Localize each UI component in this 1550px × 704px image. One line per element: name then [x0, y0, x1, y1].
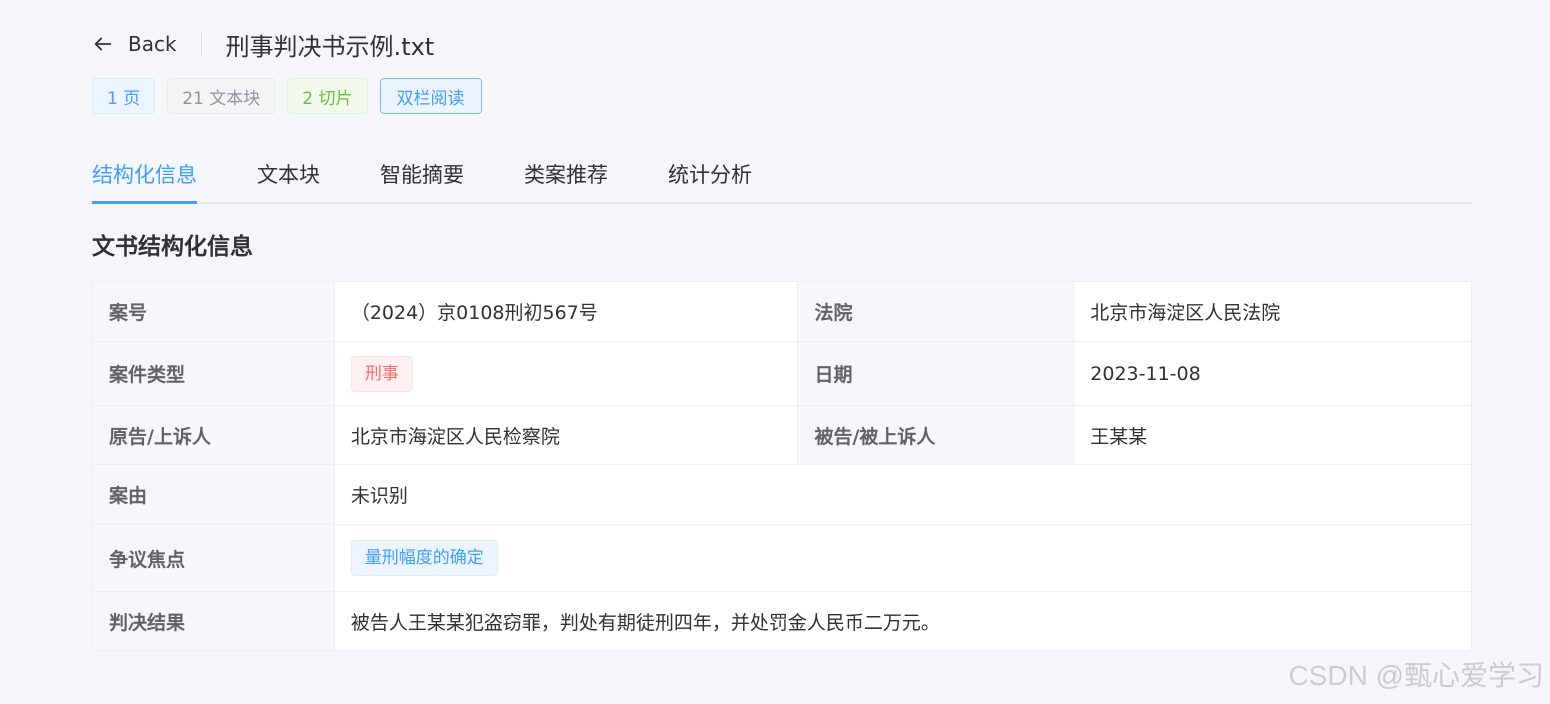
- focus-cell: 量刑幅度的确定: [333, 524, 1473, 592]
- watermark: CSDN @甄心爱学习: [1288, 660, 1544, 691]
- cause-value: 未识别: [333, 464, 1473, 525]
- table-row: 争议焦点 量刑幅度的确定: [92, 524, 1473, 592]
- text-block-count-tag: 21 文本块: [167, 78, 276, 114]
- judgment-value: 被告人王某某犯盗窃罪，判处有期徒刑四年，并处罚金人民币二万元。: [333, 591, 1473, 651]
- defendant-label: 被告/被上诉人: [797, 405, 1075, 465]
- arrow-left-icon: [94, 37, 112, 51]
- focus-label: 争议焦点: [92, 524, 335, 592]
- judgment-label: 判决结果: [92, 591, 335, 651]
- plaintiff-label: 原告/上诉人: [92, 405, 335, 465]
- defendant-value: 王某某: [1073, 405, 1472, 465]
- table-row: 案件类型 刑事 日期 2023-11-08: [92, 341, 1472, 406]
- cause-label: 案由: [92, 464, 335, 525]
- table-row: 判决结果 被告人王某某犯盗窃罪，判处有期徒刑四年，并处罚金人民币二万元。: [92, 591, 1473, 651]
- case-type-label: 案件类型: [92, 341, 335, 406]
- page: Back 刑事判决书示例.txt 1 页 21 文本块 2 切片 双栏阅读 结构…: [0, 0, 1550, 704]
- court-label: 法院: [797, 281, 1075, 342]
- case-type-cell: 刑事: [333, 341, 799, 406]
- court-value: 北京市海淀区人民法院: [1073, 281, 1472, 342]
- case-number-value: （2024）京0108刑初567号: [333, 281, 799, 342]
- tab-similar-cases[interactable]: 类案推荐: [524, 150, 608, 202]
- meta-tags: 1 页 21 文本块 2 切片 双栏阅读: [92, 78, 482, 114]
- back-label: Back: [128, 32, 177, 56]
- plaintiff-value: 北京市海淀区人民检察院: [333, 405, 799, 465]
- two-column-read-button[interactable]: 双栏阅读: [379, 78, 482, 114]
- tab-bar: 结构化信息 文本块 智能摘要 类案推荐 统计分析: [92, 150, 1472, 204]
- case-number-label: 案号: [92, 281, 335, 342]
- tab-text-blocks[interactable]: 文本块: [257, 150, 320, 202]
- section-title: 文书结构化信息: [92, 234, 253, 260]
- date-label: 日期: [797, 341, 1075, 406]
- file-title: 刑事判决书示例.txt: [225, 32, 435, 61]
- table-row: 案由 未识别: [92, 464, 1473, 525]
- back-button[interactable]: Back: [92, 32, 177, 56]
- table-row: 案号 （2024）京0108刑初567号 法院 北京市海淀区人民法院: [92, 281, 1472, 342]
- header-divider: [200, 32, 202, 56]
- page-count-tag: 1 页: [92, 78, 156, 114]
- header: Back 刑事判决书示例.txt: [92, 26, 434, 62]
- table-row: 原告/上诉人 北京市海淀区人民检察院 被告/被上诉人 王某某: [92, 405, 1472, 465]
- tab-structured-info[interactable]: 结构化信息: [92, 150, 197, 204]
- date-value: 2023-11-08: [1073, 341, 1472, 406]
- dispute-focus-tag: 量刑幅度的确定: [350, 540, 498, 576]
- slice-count-tag: 2 切片: [287, 78, 368, 114]
- tab-statistics[interactable]: 统计分析: [668, 150, 752, 202]
- structured-info-table: 案号 （2024）京0108刑初567号 法院 北京市海淀区人民法院 案件类型 …: [92, 281, 1473, 651]
- tab-smart-summary[interactable]: 智能摘要: [380, 150, 464, 202]
- case-type-badge: 刑事: [350, 355, 413, 392]
